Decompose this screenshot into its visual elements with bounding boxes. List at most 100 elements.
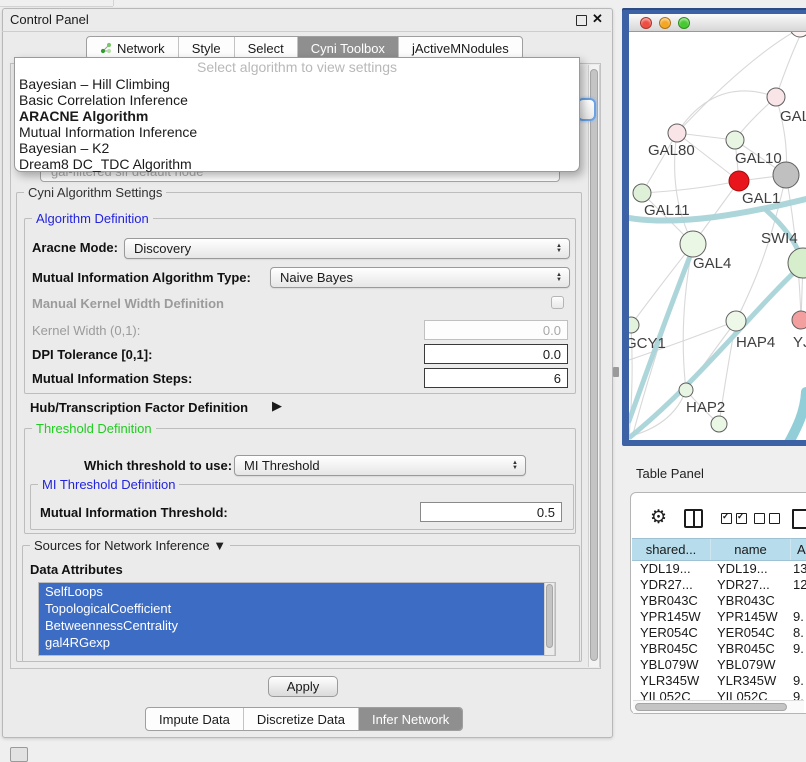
- horizontal-scrollbar[interactable]: [633, 700, 804, 713]
- table-row[interactable]: YBR045CYBR045C9.: [632, 641, 806, 657]
- network-node-top-node[interactable]: [790, 32, 806, 37]
- column-browser-icon[interactable]: [684, 509, 703, 528]
- tab-infer-network[interactable]: Infer Network: [359, 708, 462, 730]
- tab-label: Style: [192, 41, 221, 56]
- network-node-GAL4[interactable]: [680, 231, 706, 257]
- scrollbar-thumb[interactable]: [590, 69, 598, 661]
- float-window-icon[interactable]: [576, 15, 587, 26]
- network-node-GAL7[interactable]: [767, 88, 785, 106]
- tab-impute-data[interactable]: Impute Data: [146, 708, 244, 730]
- network-node-GCY1[interactable]: [629, 317, 639, 333]
- aracne-mode-select[interactable]: Discovery ▲▼: [124, 238, 570, 259]
- document-icon[interactable]: [792, 509, 806, 529]
- hscroll-thumb[interactable]: [635, 703, 787, 711]
- attribute-item[interactable]: SelfLoops: [39, 583, 555, 600]
- data-attributes-list[interactable]: SelfLoopsTopologicalCoefficientBetweenne…: [38, 582, 556, 656]
- mi-threshold-field[interactable]: 0.5: [420, 502, 562, 522]
- column-header-name[interactable]: name: [711, 539, 791, 560]
- attributes-scrollbar[interactable]: [544, 583, 555, 655]
- app-root: Control Panel ✕ Network Style Select Cyn…: [0, 0, 806, 762]
- panel-divider-handle[interactable]: [613, 367, 619, 377]
- column-header-shared-name[interactable]: shared...: [632, 539, 711, 560]
- attributes-scrollbar-thumb[interactable]: [546, 584, 553, 648]
- close-traffic-light[interactable]: [640, 17, 652, 29]
- collapsed-panel-icon[interactable]: [10, 747, 28, 762]
- kernel-width-field[interactable]: 0.0: [424, 320, 568, 340]
- tab-jactivemnodules[interactable]: jActiveMNodules: [399, 37, 522, 59]
- network-node-HAP4[interactable]: [726, 311, 746, 331]
- mi-threshold-group-title: MI Threshold Definition: [38, 478, 179, 491]
- table-row[interactable]: YIL052CYIL052C9.: [632, 689, 806, 700]
- attribute-item[interactable]: BetweennessCentrality: [39, 617, 555, 634]
- table-cell: YIL052C: [632, 689, 711, 700]
- table-cell: YDL19...: [632, 561, 711, 577]
- tab-label: Cyni Toolbox: [311, 41, 385, 56]
- network-node-salmon-node[interactable]: [792, 311, 806, 329]
- gear-icon[interactable]: ⚙: [650, 506, 667, 529]
- network-node-HAP2[interactable]: [679, 383, 693, 397]
- deselect-all-icon[interactable]: [754, 513, 780, 524]
- column-header-partial[interactable]: A: [791, 539, 806, 560]
- spinner-arrows-icon: ▲▼: [512, 461, 518, 471]
- table-row[interactable]: YLR345WYLR345W9.: [632, 673, 806, 689]
- table-cell: YPR145W: [711, 609, 791, 625]
- table-cell: 13: [791, 561, 806, 577]
- network-node-GAL11[interactable]: [633, 184, 651, 202]
- algorithm-option[interactable]: Mutual Information Inference: [15, 124, 579, 140]
- attribute-item[interactable]: gal4RGexp: [39, 634, 555, 651]
- which-threshold-value: MI Threshold: [244, 458, 320, 473]
- collapse-arrow-icon[interactable]: ▼: [213, 538, 226, 553]
- network-node-label: GAL1: [742, 190, 780, 207]
- network-node-label: GAL4: [693, 255, 731, 272]
- algorithm-option[interactable]: Bayesian – Hill Climbing: [15, 76, 579, 92]
- network-node-GAL1[interactable]: [729, 171, 749, 191]
- network-edge: [677, 91, 776, 133]
- close-icon[interactable]: ✕: [592, 11, 603, 27]
- algorithm-option[interactable]: Dream8 DC_TDC Algorithm: [15, 156, 579, 172]
- zoom-traffic-light[interactable]: [678, 17, 690, 29]
- threshold-definition-title: Threshold Definition: [32, 422, 156, 435]
- spinner-arrows-icon: ▲▼: [556, 244, 562, 254]
- table-cell: YDR27...: [632, 577, 711, 593]
- which-threshold-select[interactable]: MI Threshold ▲▼: [234, 455, 526, 476]
- control-panel-titlebar: Control Panel: [2, 8, 611, 32]
- mi-steps-field[interactable]: 6: [424, 368, 568, 388]
- minimize-traffic-light[interactable]: [659, 17, 671, 29]
- select-all-icon[interactable]: [721, 513, 747, 524]
- algorithm-option[interactable]: ARACNE Algorithm: [15, 108, 579, 124]
- attribute-item[interactable]: TopologicalCoefficient: [39, 600, 555, 617]
- table-row[interactable]: YDL19...YDL19...13: [632, 561, 806, 577]
- spinner-arrows-icon: ▲▼: [556, 273, 562, 283]
- kernel-width-value: 0.0: [543, 323, 561, 338]
- table-row[interactable]: YDR27...YDR27...12: [632, 577, 806, 593]
- network-canvas[interactable]: GAL80GAL10GAL1GAL11GAL4SWI4GCY1HAP4HAP2G…: [629, 32, 806, 440]
- expand-arrow-icon[interactable]: ▶: [272, 398, 282, 414]
- dpi-tolerance-field[interactable]: 0.0: [424, 344, 568, 364]
- vertical-scrollbar[interactable]: [588, 65, 600, 667]
- apply-button[interactable]: Apply: [268, 676, 338, 697]
- tab-select[interactable]: Select: [235, 37, 298, 59]
- bottom-tabbar: Impute Data Discretize Data Infer Networ…: [145, 707, 463, 731]
- table-row[interactable]: YPR145WYPR145W9.: [632, 609, 806, 625]
- network-edge: [787, 392, 806, 440]
- table-cell: 9.: [791, 641, 806, 657]
- network-node-bottom-node[interactable]: [711, 416, 727, 432]
- algorithm-option[interactable]: Basic Correlation Inference: [15, 92, 579, 108]
- table-row[interactable]: YBR043CYBR043C: [632, 593, 806, 609]
- network-node-GAL80[interactable]: [668, 124, 686, 142]
- tab-style[interactable]: Style: [179, 37, 235, 59]
- tab-network[interactable]: Network: [87, 37, 179, 59]
- sources-title: Sources for Network Inference ▼: [30, 539, 230, 552]
- network-node-label: GAL80: [648, 142, 695, 159]
- data-attributes-label: Data Attributes: [30, 562, 123, 577]
- table-row[interactable]: YER054CYER054C8.: [632, 625, 806, 641]
- network-node-GAL10[interactable]: [726, 131, 744, 149]
- network-tab-icon: [100, 42, 112, 54]
- table-body: YDL19...YDL19...13YDR27...YDR27...12YBR0…: [632, 561, 806, 700]
- algorithm-option[interactable]: Bayesian – K2: [15, 140, 579, 156]
- tab-cyni-toolbox[interactable]: Cyni Toolbox: [298, 37, 399, 59]
- mi-type-select[interactable]: Naive Bayes ▲▼: [270, 267, 570, 288]
- table-row[interactable]: YBL079WYBL079W: [632, 657, 806, 673]
- tab-discretize-data[interactable]: Discretize Data: [244, 708, 359, 730]
- manual-kernel-checkbox[interactable]: [551, 296, 564, 309]
